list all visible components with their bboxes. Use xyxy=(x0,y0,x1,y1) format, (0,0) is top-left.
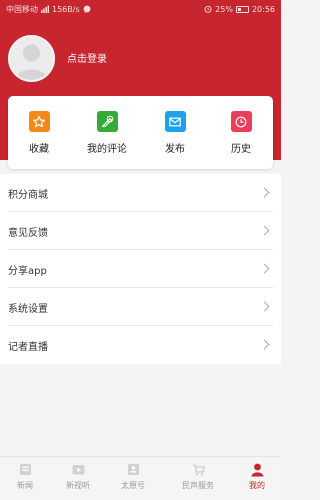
time-text: 20:56 xyxy=(251,4,275,14)
status-left: 中国移动 156B/s xyxy=(6,4,91,15)
service-icon xyxy=(192,464,205,476)
comment-icon xyxy=(96,111,118,132)
status-bar: 中国移动 156B/s 25% 20:56 xyxy=(0,0,281,18)
quick-action-favorites[interactable]: 收藏 xyxy=(9,111,69,159)
carrier-text: 中国移动 xyxy=(6,4,38,14)
tab-label: 太原号 xyxy=(121,481,145,490)
menu-item-label: 意见反馈 xyxy=(8,227,48,239)
tab-label: 新视听 xyxy=(66,481,90,490)
tab-taiyuan-account[interactable]: 太原号 xyxy=(105,462,161,498)
bottom-tab-bar: 新闻 新视听 太原号 民声服务 我的 xyxy=(0,456,281,500)
status-right: 25% 20:56 xyxy=(204,5,275,14)
tab-video[interactable]: 新视听 xyxy=(50,462,106,498)
history-icon xyxy=(230,111,252,132)
chevron-right-icon xyxy=(259,263,270,274)
settings-menu: 积分商城 意见反馈 分享app 系统设置 记者直播 xyxy=(0,174,281,364)
video-icon xyxy=(72,465,84,475)
menu-item-label: 分享app xyxy=(8,265,47,277)
quick-action-label: 我的评论 xyxy=(87,144,127,155)
menu-item-label: 积分商城 xyxy=(8,189,48,201)
quick-action-publish[interactable]: 发布 xyxy=(145,111,205,159)
battery-percent-text: 25% xyxy=(215,4,233,14)
quick-action-label: 历史 xyxy=(231,144,251,155)
signal-icon xyxy=(41,5,49,13)
avatar[interactable] xyxy=(8,35,55,82)
menu-item-share-app[interactable]: 分享app xyxy=(0,250,281,288)
default-avatar-icon xyxy=(10,37,53,80)
chevron-right-icon xyxy=(259,225,270,236)
login-prompt[interactable]: 点击登录 xyxy=(67,50,107,65)
profile-icon xyxy=(251,463,263,477)
chevron-right-icon xyxy=(259,339,270,350)
menu-item-label: 记者直播 xyxy=(8,341,48,353)
chat-icon xyxy=(83,5,91,13)
menu-item-label: 系统设置 xyxy=(8,303,48,315)
menu-item-system-settings[interactable]: 系统设置 xyxy=(0,288,281,326)
menu-item-reporter-live[interactable]: 记者直播 xyxy=(0,326,281,364)
tab-label: 民声服务 xyxy=(182,481,214,490)
quick-actions-card: 收藏 我的评论 发布 历史 xyxy=(8,96,273,169)
menu-item-feedback[interactable]: 意见反馈 xyxy=(0,212,281,250)
tab-mine[interactable]: 我的 xyxy=(229,462,285,498)
alarm-icon xyxy=(204,5,212,13)
account-icon xyxy=(127,464,139,475)
star-icon xyxy=(28,111,50,132)
quick-action-label: 收藏 xyxy=(29,144,49,155)
network-speed-text: 156B/s xyxy=(52,4,80,14)
quick-action-comments[interactable]: 我的评论 xyxy=(77,111,137,159)
tab-news[interactable]: 新闻 xyxy=(0,462,53,498)
menu-item-points-mall[interactable]: 积分商城 xyxy=(0,174,281,212)
mail-icon xyxy=(164,111,186,132)
tab-label: 新闻 xyxy=(17,481,33,490)
quick-action-label: 发布 xyxy=(165,144,185,155)
quick-action-history[interactable]: 历史 xyxy=(211,111,271,159)
news-icon xyxy=(19,464,31,475)
tab-civic-service[interactable]: 民声服务 xyxy=(170,462,226,498)
tab-label: 我的 xyxy=(249,481,265,490)
battery-icon xyxy=(235,5,249,13)
chevron-right-icon xyxy=(259,301,270,312)
chevron-right-icon xyxy=(259,187,270,198)
